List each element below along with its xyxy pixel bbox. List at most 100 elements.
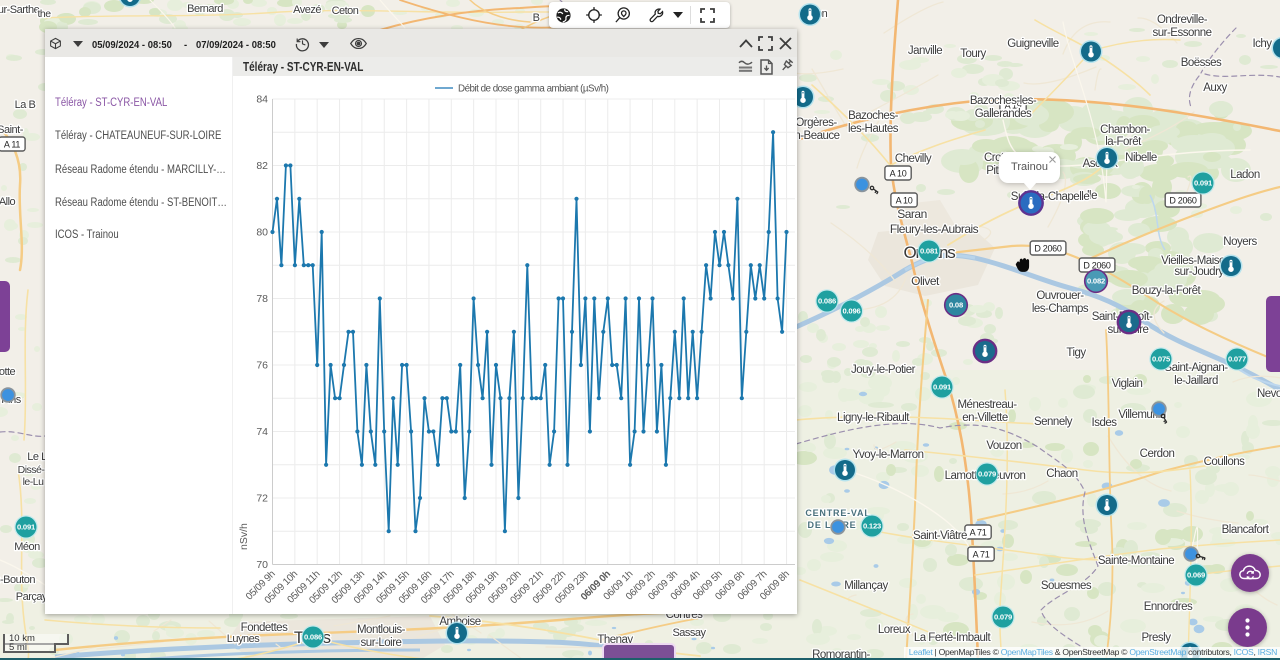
svg-text:Luynes: Luynes xyxy=(227,633,260,645)
svg-text:Coullons: Coullons xyxy=(1204,456,1245,468)
svg-text:0.091: 0.091 xyxy=(1194,179,1213,188)
svg-text:A 10: A 10 xyxy=(896,195,913,205)
svg-text:74: 74 xyxy=(256,426,268,438)
svg-text:en-Villette: en-Villette xyxy=(962,412,1008,424)
svg-text:nSv/h: nSv/h xyxy=(238,523,250,550)
svg-text:le-Jaillard: le-Jaillard xyxy=(1174,375,1218,387)
svg-text:sur-Essonne: sur-Essonne xyxy=(1152,27,1211,39)
svg-text:78: 78 xyxy=(256,293,268,305)
svg-text:Sainte-Montaine: Sainte-Montaine xyxy=(1098,555,1174,567)
svg-text:0.077: 0.077 xyxy=(1228,355,1246,364)
svg-text:0.079: 0.079 xyxy=(978,470,996,479)
svg-text:les-Hautes: les-Hautes xyxy=(848,123,899,135)
svg-text:Ceton: Ceton xyxy=(332,5,359,17)
svg-text:Isdes: Isdes xyxy=(1092,417,1118,429)
svg-text:Ladon: Ladon xyxy=(1230,169,1260,181)
svg-text:80: 80 xyxy=(256,227,268,239)
svg-text:Orgères-: Orgères- xyxy=(795,117,837,129)
svg-text:s-Bouton: s-Bouton xyxy=(0,574,35,586)
svg-text:Saint-: Saint- xyxy=(0,124,24,136)
svg-text:Millançay: Millançay xyxy=(844,580,888,592)
svg-text:A 10: A 10 xyxy=(890,168,907,178)
svg-text:0.069: 0.069 xyxy=(1187,571,1205,580)
svg-text:Cerdon: Cerdon xyxy=(1140,448,1175,460)
svg-text:Bazoches-: Bazoches- xyxy=(848,110,899,122)
svg-text:A 71: A 71 xyxy=(970,527,987,537)
svg-text:Yvoy-le-Marron: Yvoy-le-Marron xyxy=(853,449,924,461)
svg-text:Tigy: Tigy xyxy=(1066,347,1086,359)
svg-text:Vouzon: Vouzon xyxy=(986,440,1021,452)
svg-text:76: 76 xyxy=(256,360,268,372)
svg-text:Guigneville: Guigneville xyxy=(1007,38,1058,50)
svg-text:Bazoches-les-: Bazoches-les- xyxy=(970,95,1037,107)
svg-text:0.079: 0.079 xyxy=(994,613,1012,622)
svg-text:Chevilly: Chevilly xyxy=(895,153,932,165)
svg-text:La Ferté-Imbault: La Ferté-Imbault xyxy=(914,632,992,644)
svg-text:Ondreville-: Ondreville- xyxy=(1157,14,1208,26)
svg-text:Débit de dose gamma ambiant (µ: Débit de dose gamma ambiant (µSv/h) xyxy=(458,84,609,95)
svg-text:Nevoy: Nevoy xyxy=(1257,388,1280,400)
svg-text:Presly: Presly xyxy=(1142,632,1172,644)
svg-text:0.123: 0.123 xyxy=(863,522,881,531)
svg-text:Gallerandes: Gallerandes xyxy=(975,108,1032,120)
svg-text:Fleury-les-Aubrais: Fleury-les-Aubrais xyxy=(890,222,979,236)
svg-text:sur-Sarthe: sur-Sarthe xyxy=(0,4,40,16)
svg-text:La B: La B xyxy=(15,99,36,111)
svg-text:the: the xyxy=(37,8,51,20)
svg-text:D 2060: D 2060 xyxy=(1083,260,1111,270)
svg-text:D 2060: D 2060 xyxy=(1034,243,1062,253)
svg-text:Olivet: Olivet xyxy=(911,274,940,288)
svg-text:0.082: 0.082 xyxy=(1087,277,1105,286)
svg-text:B: B xyxy=(533,12,540,24)
svg-text:Ichy: Ichy xyxy=(1252,38,1272,50)
svg-text:Ligny-le-Ribault: Ligny-le-Ribault xyxy=(837,412,910,424)
svg-text:0.091: 0.091 xyxy=(17,523,36,532)
svg-text:Loreux: Loreux xyxy=(878,624,911,636)
svg-text:Nibelle: Nibelle xyxy=(1125,152,1157,164)
svg-text:Montlouis-: Montlouis- xyxy=(357,624,406,636)
svg-text:Sennely: Sennely xyxy=(1034,416,1073,428)
svg-text:Chaon: Chaon xyxy=(1046,468,1077,480)
svg-text:Méon: Méon xyxy=(14,541,40,553)
svg-text:Saint-Viâtre: Saint-Viâtre xyxy=(913,530,967,542)
svg-text:Avezé: Avezé xyxy=(293,4,321,16)
svg-text:A 11: A 11 xyxy=(4,139,20,149)
svg-text:D 2060: D 2060 xyxy=(1169,195,1197,205)
svg-text:Toury: Toury xyxy=(960,48,986,60)
svg-text:Viglain: Viglain xyxy=(1112,378,1143,390)
svg-text:72: 72 xyxy=(256,493,268,505)
svg-text:0.091: 0.091 xyxy=(933,383,952,392)
svg-text:Chambon-: Chambon- xyxy=(1100,124,1150,136)
svg-text:Bernard: Bernard xyxy=(187,3,223,15)
svg-text:Noyers: Noyers xyxy=(1223,236,1257,248)
svg-text:0.08: 0.08 xyxy=(949,301,963,310)
svg-text:Ménestreau-: Ménestreau- xyxy=(957,399,1017,411)
svg-text:Bouzy-la-Forêt: Bouzy-la-Forêt xyxy=(1132,285,1202,297)
svg-text:0.075: 0.075 xyxy=(1152,355,1171,364)
svg-text:otte: otte xyxy=(0,366,16,378)
svg-text:0.096: 0.096 xyxy=(842,307,860,316)
svg-text:sur-Loire: sur-Loire xyxy=(361,637,402,649)
svg-text:Saran: Saran xyxy=(897,207,927,221)
svg-text:Jouy-le-Potier: Jouy-le-Potier xyxy=(851,364,916,376)
svg-text:70: 70 xyxy=(256,559,268,571)
svg-text:sur-Joudry: sur-Joudry xyxy=(1174,266,1224,278)
svg-text:A 71: A 71 xyxy=(973,549,990,559)
svg-text:Sassay: Sassay xyxy=(672,627,706,639)
svg-text:Dissé-: Dissé- xyxy=(18,464,46,476)
svg-text:Auxy: Auxy xyxy=(1203,82,1227,94)
svg-text:0.086: 0.086 xyxy=(304,633,322,642)
svg-text:0.081: 0.081 xyxy=(920,247,939,256)
svg-text:Ouvrouer-: Ouvrouer- xyxy=(1036,290,1084,302)
svg-text:Boësses: Boësses xyxy=(1181,57,1222,69)
svg-text:Janville: Janville xyxy=(908,45,942,57)
svg-text:Blancafort: Blancafort xyxy=(1222,524,1270,536)
svg-text:le-Lu: le-Lu xyxy=(23,476,45,488)
svg-text:84: 84 xyxy=(256,94,268,106)
svg-text:Saint-Aignan-: Saint-Aignan- xyxy=(1164,362,1228,374)
svg-text:Souesmes: Souesmes xyxy=(1041,580,1092,592)
svg-text:82: 82 xyxy=(256,160,268,172)
svg-text:la-Forêt: la-Forêt xyxy=(1105,136,1142,148)
svg-text:Allo: Allo xyxy=(0,196,16,208)
svg-text:les-Champs: les-Champs xyxy=(1032,303,1089,315)
